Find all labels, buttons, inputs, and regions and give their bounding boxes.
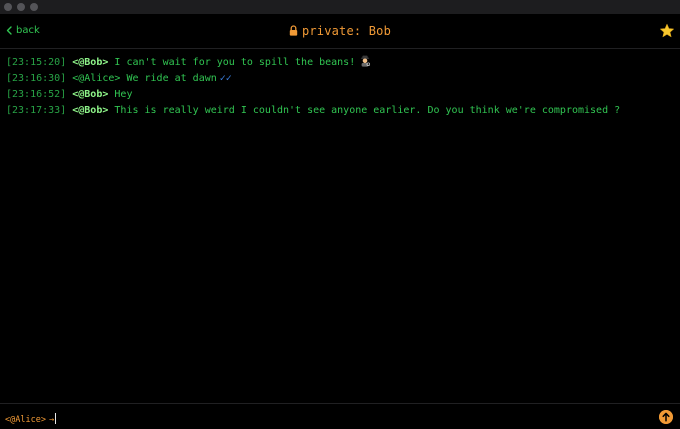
close-window-button[interactable] — [4, 3, 12, 11]
message-timestamp: [23:16:52] — [6, 89, 67, 100]
message-row: [23:16:30] <@Alice> We ride at dawn ✓✓ — [6, 71, 674, 87]
message-timestamp: [23:16:30] — [6, 73, 67, 84]
zoom-window-button[interactable] — [30, 3, 38, 11]
prompt-nick: <@Alice> — [5, 415, 46, 425]
message-nick[interactable]: <@Bob> — [72, 89, 108, 100]
message-nick[interactable]: <@Alice> — [72, 73, 120, 84]
chat-title: private: Bob — [301, 24, 392, 38]
message-nick[interactable]: <@Bob> — [72, 57, 108, 68]
detective-emoji-icon — [361, 55, 371, 67]
text-caret — [55, 413, 57, 424]
lock-icon — [289, 25, 298, 36]
star-icon[interactable] — [659, 23, 675, 39]
message-nick[interactable]: <@Bob> — [72, 105, 108, 116]
message-timestamp: [23:17:33] — [6, 105, 67, 116]
message-composer: <@Alice> → — [0, 403, 680, 429]
message-row: [23:15:20] <@Bob> I can't wait for you t… — [6, 55, 674, 71]
message-row: [23:16:52] <@Bob> Hey — [6, 87, 674, 103]
message-text: We ride at dawn — [126, 73, 217, 84]
chat-header: back private: Bob — [0, 14, 680, 49]
minimize-window-button[interactable] — [17, 3, 25, 11]
page-title: private: Bob — [0, 24, 680, 38]
message-list: [23:15:20] <@Bob> I can't wait for you t… — [6, 55, 674, 119]
message-timestamp: [23:15:20] — [6, 57, 67, 68]
input-prompt: <@Alice> → — [5, 413, 57, 425]
prompt-arrow-icon: → — [48, 415, 55, 425]
arrow-up-icon[interactable] — [659, 410, 673, 424]
message-row: [23:17:33] <@Bob> This is really weird I… — [6, 103, 674, 119]
message-input[interactable] — [63, 410, 643, 426]
window-titlebar — [0, 0, 680, 14]
read-receipt-icon: ✓✓ — [219, 73, 232, 84]
message-text: I can't wait for you to spill the beans! — [114, 57, 356, 68]
message-text: This is really weird I couldn't see anyo… — [114, 105, 621, 116]
message-text: Hey — [114, 89, 133, 100]
